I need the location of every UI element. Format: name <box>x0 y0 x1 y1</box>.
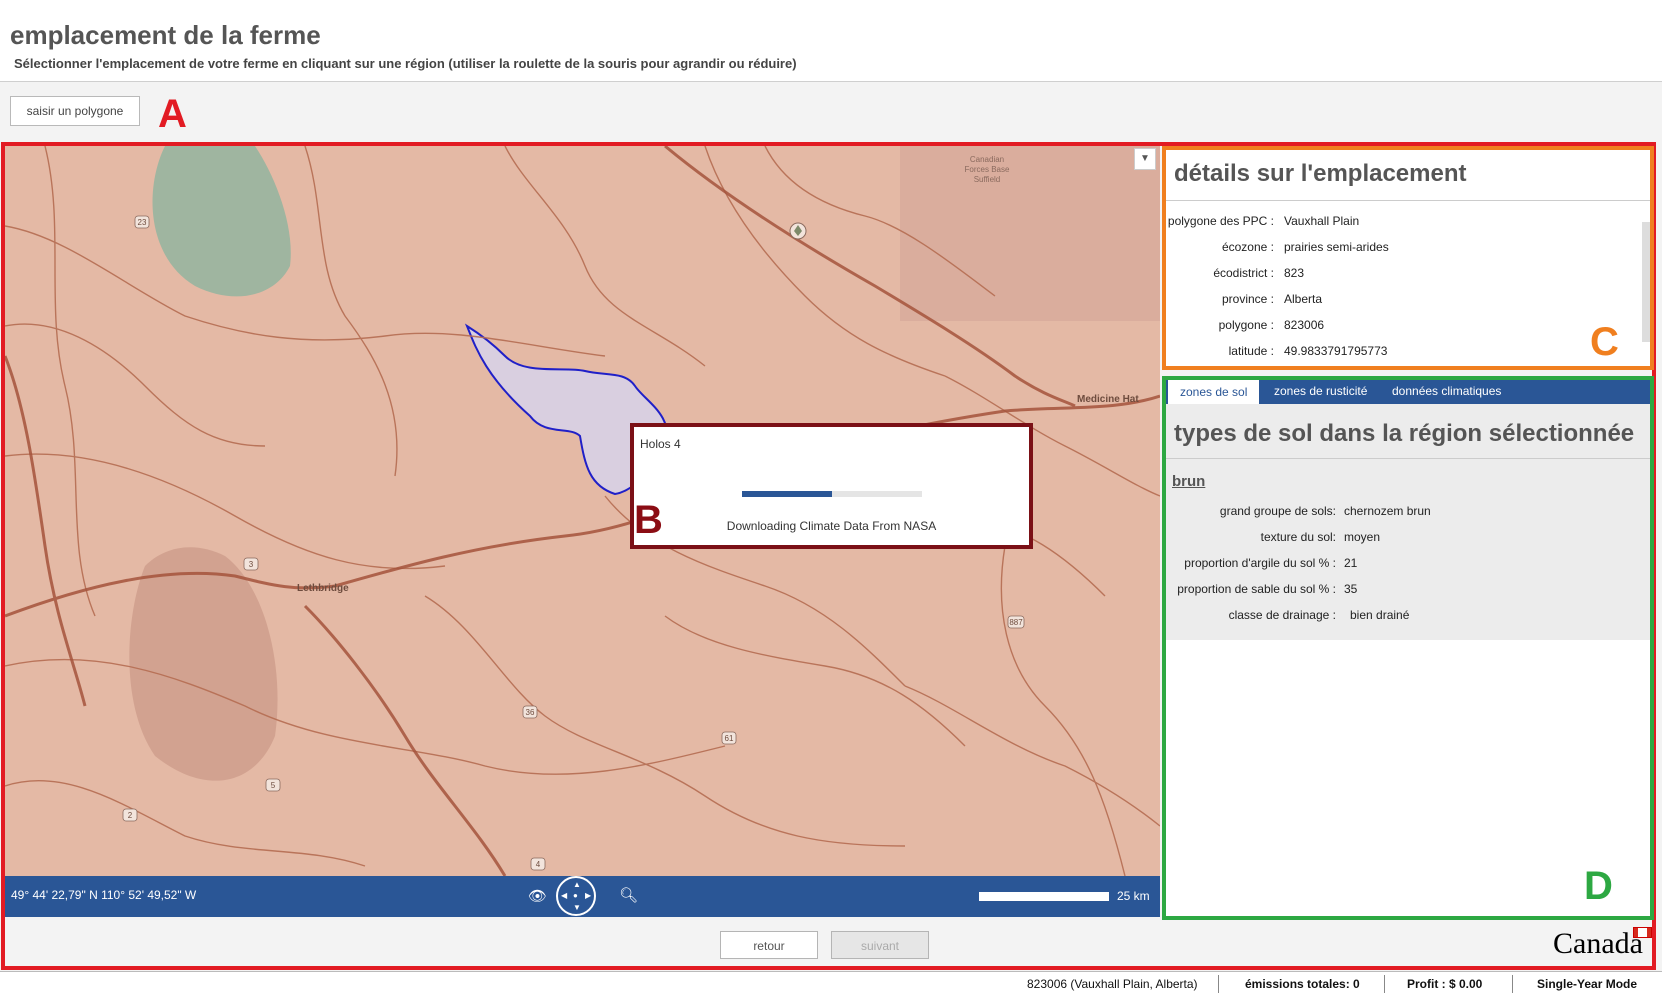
soil-value: 21 <box>1344 556 1358 570</box>
annotation-label-c: C <box>1590 320 1619 364</box>
status-emissions: émissions totales: 0 <box>1245 977 1360 991</box>
detail-row: province : Alberta <box>1166 292 1626 308</box>
soil-row: grand groupe de sols: chernozem brun <box>1166 504 1646 520</box>
divider <box>1166 200 1650 201</box>
detail-label: latitude : <box>1228 344 1274 358</box>
page-title: emplacement de la ferme <box>10 20 321 50</box>
soil-row: proportion de sable du sol % : 35 <box>1166 582 1646 598</box>
detail-row: polygone : 823006 <box>1166 318 1626 334</box>
soil-value: bien drainé <box>1350 608 1410 622</box>
soil-label: grand groupe de sols: <box>1219 504 1336 518</box>
page-subtitle: Sélectionner l'emplacement de votre ferm… <box>14 56 797 71</box>
detail-label: polygone des PPC : <box>1167 214 1274 228</box>
soil-types-title: types de sol dans la région sélectionnée <box>1174 420 1635 447</box>
divider <box>1384 975 1385 993</box>
soil-name: brun <box>1172 473 1206 490</box>
detail-value: Alberta <box>1284 292 1323 306</box>
soil-label: classe de drainage : <box>1228 608 1336 622</box>
tab-hardiness-zones[interactable]: zones de rusticité <box>1274 384 1367 398</box>
soil-zones-content: types de sol dans la région sélectionnée… <box>1166 404 1650 640</box>
annotation-label-b: B <box>634 498 663 542</box>
detail-label: écozone : <box>1221 240 1274 254</box>
annotation-label-d: D <box>1584 864 1613 908</box>
loading-dialog: Holos 4 Downloading Climate Data From NA… <box>630 423 1033 549</box>
detail-row: latitude : 49.9833791795773 <box>1166 344 1626 360</box>
tab-soil-zones[interactable]: zones de sol <box>1168 380 1260 404</box>
soil-value: chernozem brun <box>1344 504 1431 518</box>
status-profit: Profit : $ 0.00 <box>1407 977 1483 991</box>
detail-value: 823 <box>1284 266 1305 280</box>
dialog-message: Downloading Climate Data From NASA <box>726 519 937 533</box>
soil-label: texture du sol: <box>1260 530 1336 544</box>
detail-label: écodistrict : <box>1213 266 1274 280</box>
detail-row: polygone des PPC : Vauxhall Plain <box>1166 214 1626 230</box>
detail-value: prairies semi-arides <box>1284 240 1389 254</box>
status-bar: 823006 (Vauxhall Plain, Alberta) émissio… <box>0 971 1662 997</box>
page-header: emplacement de la ferme Sélectionner l'e… <box>0 0 1662 82</box>
detail-value: 49.9833791795773 <box>1284 344 1388 358</box>
soil-row: classe de drainage : bien drainé <box>1166 608 1646 624</box>
soil-value: moyen <box>1344 530 1381 544</box>
detail-label: polygone : <box>1218 318 1274 332</box>
tab-climate-data[interactable]: données climatiques <box>1392 384 1501 398</box>
detail-row: écodistrict : 823 <box>1166 266 1626 282</box>
dialog-title: Holos 4 <box>640 437 681 451</box>
divider <box>1512 975 1513 993</box>
progress-bar <box>742 491 922 497</box>
annotation-label-a: A <box>158 92 187 136</box>
soil-label: proportion de sable du sol % : <box>1177 582 1336 596</box>
soil-row: texture du sol: moyen <box>1166 530 1646 546</box>
progress-bar-fill <box>742 491 832 497</box>
region-info-panel: zones de sol zones de rusticité données … <box>1162 376 1654 920</box>
status-mode: Single-Year Mode <box>1537 977 1638 991</box>
divider <box>1218 975 1219 993</box>
divider <box>1166 458 1650 459</box>
location-details-title: détails sur l'emplacement <box>1174 160 1467 187</box>
soil-value: 35 <box>1344 582 1358 596</box>
detail-value: Vauxhall Plain <box>1284 214 1360 228</box>
tab-bar: zones de sol zones de rusticité données … <box>1166 380 1650 404</box>
enter-polygon-button[interactable]: saisir un polygone <box>10 96 140 126</box>
detail-label: province : <box>1221 292 1274 306</box>
soil-row: proportion d'argile du sol % : 21 <box>1166 556 1646 572</box>
detail-value: 823006 <box>1284 318 1325 332</box>
location-details-panel: détails sur l'emplacement polygone des P… <box>1162 146 1654 370</box>
scrollbar[interactable] <box>1642 222 1650 342</box>
detail-row: écozone : prairies semi-arides <box>1166 240 1626 256</box>
soil-label: proportion d'argile du sol % : <box>1184 556 1336 570</box>
status-location: 823006 (Vauxhall Plain, Alberta) <box>1027 977 1198 991</box>
